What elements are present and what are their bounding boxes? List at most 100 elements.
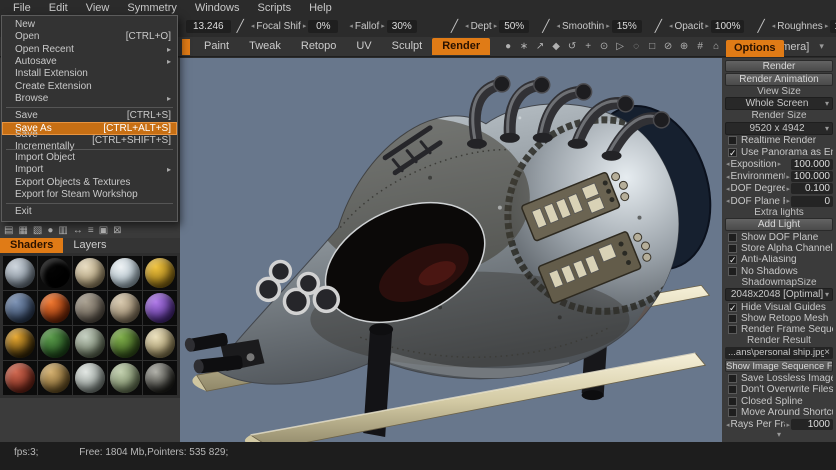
shader-swatch[interactable] [3,256,37,290]
menu-item-open[interactable]: Open[CTRL+O] [2,31,177,43]
brush-icon[interactable]: ● [502,41,514,52]
decrement-arrow-icon[interactable]: ◂ [668,22,674,30]
checkbox-save-lossless[interactable]: ✓Save Lossless Images [725,373,833,383]
param-value[interactable]: 15% [612,20,642,33]
checkbox[interactable]: ✓ [728,374,737,383]
pen-icon[interactable]: ╱ [237,19,244,33]
param-exposition[interactable]: ◂Exposition▸100.000 [725,159,833,170]
checkbox[interactable]: ✓ [728,255,737,264]
menu-item-autosave[interactable]: Autosave▸ [2,56,177,68]
disable-icon[interactable]: ⊘ [662,41,674,52]
grid-icon[interactable]: # [694,41,706,52]
shader-swatch[interactable] [108,326,142,360]
shader-swatch[interactable] [143,361,177,395]
param-value[interactable]: 0.100 [791,183,833,194]
menu-view[interactable]: View [77,2,119,14]
tab-retopo[interactable]: Retopo [291,38,346,55]
checkbox-closed-spline[interactable]: ✓Closed Spline [725,396,833,406]
param-value[interactable]: 0 [791,196,833,207]
param-value[interactable]: 100% [830,20,836,33]
tab-render[interactable]: Render [432,38,490,55]
menu-edit[interactable]: Edit [40,2,77,14]
shader-swatch[interactable] [38,326,72,360]
param-value[interactable]: 0% [308,20,338,33]
view-size-dropdown[interactable]: Whole Screen ▾ [725,97,833,110]
menu-item-new[interactable]: New [2,19,177,31]
close-icon[interactable]: × [824,347,830,358]
menu-item-exit[interactable]: Exit [2,206,177,218]
pen-icon[interactable]: ╱ [655,19,662,33]
chevron-down-icon[interactable]: ▾ [825,99,829,108]
globe-icon[interactable]: ⊕ [678,41,690,52]
chevron-down-icon[interactable]: ▾ [819,41,824,52]
shader-swatch[interactable] [73,361,107,395]
render-animation-button[interactable]: Render Animation [725,73,833,85]
increment-arrow-icon[interactable]: ▸ [380,22,386,30]
shader-swatch[interactable] [38,256,72,290]
duplicate-layer-icon[interactable]: ▧ [33,225,42,236]
merge-icon[interactable]: ≡ [88,225,94,236]
checkbox[interactable]: ✓ [728,267,737,276]
checkbox[interactable]: ✓ [728,397,737,406]
menu-scripts[interactable]: Scripts [248,2,300,14]
add-layer-icon[interactable]: ▤ [4,225,13,236]
increment-arrow-icon[interactable]: ▸ [493,22,499,30]
checkbox[interactable]: ✓ [728,303,737,312]
menu-item-browse[interactable]: Browse▸ [2,93,177,105]
checkbox-render-frame-sequence[interactable]: ✓Render Frame Sequence [725,325,833,335]
spray-icon[interactable]: ∗ [518,41,530,52]
increment-arrow-icon[interactable]: ▸ [302,22,308,30]
swap-arrows-icon[interactable]: ↔ [73,225,83,236]
checkbox-hide-visual-guides[interactable]: ✓Hide Visual Guides [725,302,833,312]
param-value[interactable]: 100.000 [791,159,833,170]
tab-uv[interactable]: UV [346,38,381,55]
menu-item-import[interactable]: Import▸ [2,164,177,176]
viewport-3d-model[interactable] [180,58,722,442]
copy-layer-icon[interactable]: ▥ [58,225,67,236]
checkbox[interactable]: ✓ [728,314,737,323]
decrement-arrow-icon[interactable]: ◂ [250,22,256,30]
menu-item-open-recent[interactable]: Open Recent▸ [2,44,177,56]
tab-tweak[interactable]: Tweak [239,38,291,55]
increment-arrow-icon[interactable]: ▸ [824,22,830,30]
show-image-sequence-button[interactable]: Show Image Sequence Fold [725,360,833,372]
checkbox-dont-overwrite[interactable]: ✓Don't Overwrite Files [725,385,833,395]
menu-item-save[interactable]: Save[CTRL+S] [2,110,177,122]
checkbox-no-shadows[interactable]: ✓No Shadows [725,266,833,276]
delete-layer-icon[interactable]: ▦ [18,225,27,236]
checkbox-realtime-render[interactable]: ✓Realtime Render [725,136,833,146]
decrement-arrow-icon[interactable]: ◂ [771,22,777,30]
pan-icon[interactable]: + [582,41,594,52]
render-button[interactable]: Render [725,60,833,72]
render-result-path-field[interactable]: ...ans\personal ship.jpg × [725,347,833,359]
rect-select-icon[interactable]: □ [646,41,658,52]
checkbox-show-retopo-mesh[interactable]: ✓Show Retopo Mesh [725,313,833,323]
checkbox[interactable]: ✓ [728,233,737,242]
shader-swatch[interactable] [3,361,37,395]
checkbox[interactable]: ✓ [728,244,737,253]
shader-swatch[interactable] [73,256,107,290]
shader-swatch[interactable] [73,326,107,360]
shader-swatch[interactable] [143,291,177,325]
shader-swatch[interactable] [143,256,177,290]
panel-expand-arrow-icon[interactable]: ▾ [725,431,833,440]
brush-radius-value[interactable]: 13.246 [186,20,231,33]
menu-item-import-object[interactable]: Import Object [2,152,177,164]
play-icon[interactable]: ▷ [614,41,626,52]
color-swatch[interactable] [182,39,190,55]
shader-swatch[interactable] [38,361,72,395]
checkbox-anti-aliasing[interactable]: ✓Anti-Aliasing [725,255,833,265]
pose-icon[interactable]: ⌂ [710,41,722,52]
shader-swatch[interactable] [73,291,107,325]
decrement-arrow-icon[interactable]: ◂ [464,22,470,30]
menu-help[interactable]: Help [300,2,341,14]
add-light-button[interactable]: Add Light [725,218,833,230]
shader-swatch[interactable] [108,256,142,290]
zoom-icon[interactable]: ⊙ [598,41,610,52]
increment-arrow-icon[interactable]: ▸ [704,22,710,30]
menu-item-export-steam[interactable]: Export for Steam Workshop [2,189,177,201]
decrement-arrow-icon[interactable]: ◂ [555,22,561,30]
menu-item-install-extension[interactable]: Install Extension [2,68,177,80]
menu-file[interactable]: File [4,2,40,14]
increment-arrow-icon[interactable]: ▸ [605,22,611,30]
